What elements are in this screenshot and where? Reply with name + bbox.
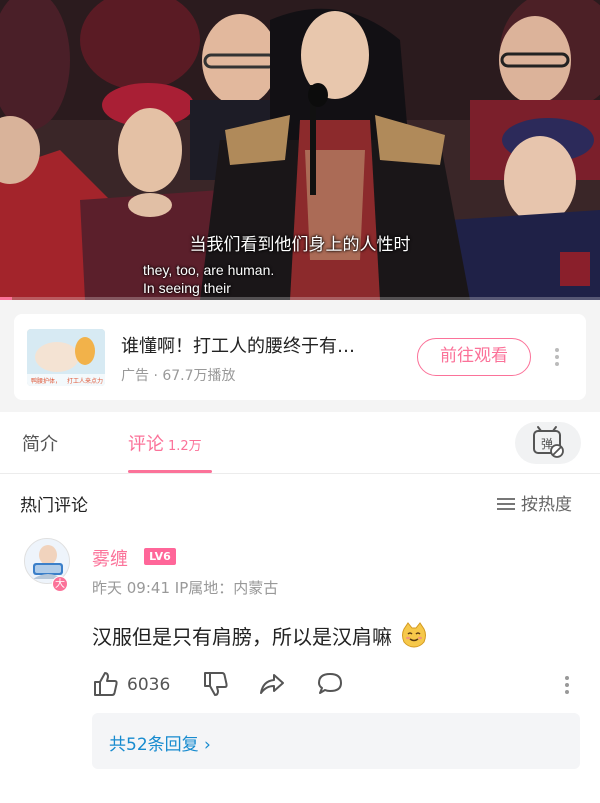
- tab-bar: 简介 评论 1.2万 弹: [0, 412, 600, 474]
- comment-text: 汉服但是只有肩膀，所以是汉肩嘛: [92, 625, 392, 649]
- svg-text:打工人来点力: 打工人来点力: [67, 377, 103, 385]
- subtitle-english-line-1: they, too, are human.: [143, 262, 275, 278]
- comment-content: 汉服但是只有肩膀，所以是汉肩嘛: [92, 621, 428, 650]
- cat-face-emoji-icon: [402, 622, 427, 648]
- comment-meta: 昨天 09:41 IP属地：内蒙古: [92, 579, 279, 597]
- share-button[interactable]: [258, 670, 286, 702]
- sort-by-hot-button[interactable]: 按热度: [497, 490, 572, 515]
- tab-comments[interactable]: 评论 1.2万: [128, 430, 202, 456]
- subtitle-chinese: 当我们看到他们身上的人性时: [189, 235, 411, 255]
- ad-title: 谁懂啊！打工人的腰终于有…: [121, 336, 355, 357]
- sort-label: 按热度: [521, 495, 572, 515]
- user-level-badge: LV6: [144, 548, 176, 565]
- comment-more-icon[interactable]: [563, 674, 571, 698]
- like-button[interactable]: [92, 670, 120, 702]
- share-icon: [260, 674, 284, 694]
- svg-text:鸭腰护体，: 鸭腰护体，: [31, 377, 61, 385]
- ad-watch-button[interactable]: 前往观看: [417, 338, 531, 376]
- reply-button[interactable]: [316, 670, 344, 702]
- like-count: 6036: [127, 675, 171, 695]
- comment-actions: 6036: [92, 670, 592, 700]
- hot-comments-title: 热门评论: [20, 496, 88, 516]
- replies-label: 共52条回复 ›: [109, 735, 211, 755]
- ad-more-icon[interactable]: [551, 346, 563, 368]
- danmaku-toggle-button[interactable]: 弹: [515, 422, 581, 464]
- ad-thumbnail: 鸭腰护体， 打工人来点力: [27, 329, 105, 386]
- video-frame: [0, 0, 600, 300]
- ad-meta: 广告 · 67.7万播放: [121, 368, 236, 384]
- subtitle-english-line-2: In seeing their: [143, 280, 231, 296]
- comment-username[interactable]: 雾缠: [92, 545, 128, 571]
- tab-active-indicator: [128, 470, 212, 473]
- video-player[interactable]: 当我们看到他们身上的人性时 they, too, are human. In s…: [0, 0, 600, 300]
- view-replies-button[interactable]: 共52条回复 ›: [92, 713, 580, 769]
- thumbs-down-icon: [204, 672, 228, 696]
- comment-bubble-icon: [318, 673, 342, 694]
- tab-comments-count: 1.2万: [168, 439, 202, 454]
- tab-intro[interactable]: 简介: [22, 430, 58, 456]
- dislike-button[interactable]: [202, 670, 230, 702]
- ad-section: 鸭腰护体， 打工人来点力 谁懂啊！打工人的腰终于有… 广告 · 67.7万播放 …: [0, 300, 600, 412]
- thumbs-up-icon: [94, 672, 118, 696]
- ad-card[interactable]: 鸭腰护体， 打工人来点力 谁懂啊！打工人的腰终于有… 广告 · 67.7万播放 …: [14, 314, 586, 400]
- sort-icon: [497, 498, 515, 510]
- danmaku-icon: 弹: [533, 426, 564, 458]
- avatar-badge: 大: [52, 576, 68, 592]
- tab-comments-label: 评论: [128, 434, 164, 455]
